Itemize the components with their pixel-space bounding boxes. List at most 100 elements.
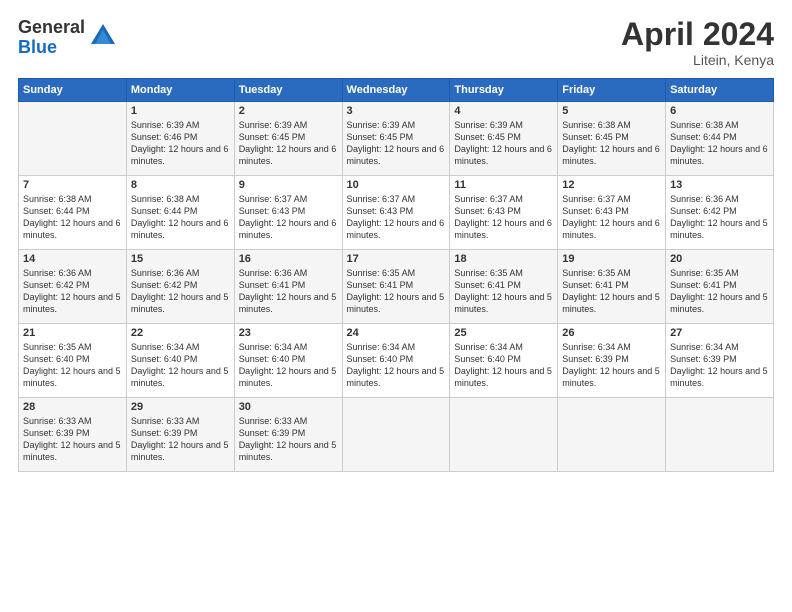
calendar-header: Sunday Monday Tuesday Wednesday Thursday… bbox=[19, 79, 774, 102]
day-info: Sunrise: 6:33 AMSunset: 6:39 PMDaylight:… bbox=[239, 415, 338, 464]
header-row: Sunday Monday Tuesday Wednesday Thursday… bbox=[19, 79, 774, 102]
day-info: Sunrise: 6:39 AMSunset: 6:45 PMDaylight:… bbox=[454, 119, 553, 168]
day-info: Sunrise: 6:35 AMSunset: 6:40 PMDaylight:… bbox=[23, 341, 122, 390]
day-info: Sunrise: 6:35 AMSunset: 6:41 PMDaylight:… bbox=[347, 267, 446, 316]
table-row: 22Sunrise: 6:34 AMSunset: 6:40 PMDayligh… bbox=[126, 324, 234, 398]
table-row: 14Sunrise: 6:36 AMSunset: 6:42 PMDayligh… bbox=[19, 250, 127, 324]
table-row: 20 Sunrise: 6:35 AMSunset: 6:41 PMDayligh… bbox=[666, 250, 774, 324]
day-number: 29 bbox=[131, 401, 230, 413]
table-row: 4 Sunrise: 6:39 AMSunset: 6:45 PMDaylight… bbox=[450, 102, 558, 176]
day-info: Sunrise: 6:35 AMSunset: 6:41 PMDaylight:… bbox=[670, 267, 769, 316]
table-row: 15 Sunrise: 6:36 AMSunset: 6:42 PMDayligh… bbox=[126, 250, 234, 324]
day-info: Sunrise: 6:34 AMSunset: 6:40 PMDaylight:… bbox=[347, 341, 446, 390]
table-row: 10Sunrise: 6:37 AMSunset: 6:43 PMDayligh… bbox=[342, 176, 450, 250]
day-info: Sunrise: 6:35 AMSunset: 6:41 PMDaylight:… bbox=[454, 267, 553, 316]
table-row: 12 Sunrise: 6:37 AMSunset: 6:43 PMDayligh… bbox=[558, 176, 666, 250]
day-info: Sunrise: 6:37 AMSunset: 6:43 PMDaylight:… bbox=[562, 193, 661, 242]
day-number: 18 bbox=[454, 253, 553, 265]
logo-icon bbox=[89, 22, 117, 50]
day-info: Sunrise: 6:39 AMSunset: 6:46 PMDaylight:… bbox=[131, 119, 230, 168]
table-row bbox=[558, 398, 666, 472]
day-number: 23 bbox=[239, 327, 338, 339]
day-info: Sunrise: 6:38 AMSunset: 6:44 PMDaylight:… bbox=[131, 193, 230, 242]
table-row: 25Sunrise: 6:34 AMSunset: 6:40 PMDayligh… bbox=[450, 324, 558, 398]
day-number: 24 bbox=[347, 327, 446, 339]
day-info: Sunrise: 6:36 AMSunset: 6:42 PMDaylight:… bbox=[670, 193, 769, 242]
col-tuesday: Tuesday bbox=[234, 79, 342, 102]
day-number: 12 bbox=[562, 179, 661, 191]
table-row bbox=[666, 398, 774, 472]
col-wednesday: Wednesday bbox=[342, 79, 450, 102]
day-info: Sunrise: 6:33 AMSunset: 6:39 PMDaylight:… bbox=[23, 415, 122, 464]
table-row: 26 Sunrise: 6:34 AMSunset: 6:39 PMDayligh… bbox=[558, 324, 666, 398]
table-row: 3 Sunrise: 6:39 AMSunset: 6:45 PMDaylight… bbox=[342, 102, 450, 176]
day-number: 21 bbox=[23, 327, 122, 339]
day-info: Sunrise: 6:34 AMSunset: 6:39 PMDaylight:… bbox=[562, 341, 661, 390]
table-row: 6 Sunrise: 6:38 AMSunset: 6:44 PMDaylight… bbox=[666, 102, 774, 176]
day-info: Sunrise: 6:34 AMSunset: 6:40 PMDaylight:… bbox=[239, 341, 338, 390]
day-number: 27 bbox=[670, 327, 769, 339]
table-row bbox=[450, 398, 558, 472]
calendar-week-2: 14Sunrise: 6:36 AMSunset: 6:42 PMDayligh… bbox=[19, 250, 774, 324]
month-title: April 2024 bbox=[621, 18, 774, 50]
day-number: 5 bbox=[562, 105, 661, 117]
logo-text: General Blue bbox=[18, 18, 85, 58]
location: Litein, Kenya bbox=[621, 52, 774, 68]
col-thursday: Thursday bbox=[450, 79, 558, 102]
table-row: 2 Sunrise: 6:39 AMSunset: 6:45 PMDaylight… bbox=[234, 102, 342, 176]
day-number: 16 bbox=[239, 253, 338, 265]
table-row: 23 Sunrise: 6:34 AMSunset: 6:40 PMDayligh… bbox=[234, 324, 342, 398]
day-number: 26 bbox=[562, 327, 661, 339]
calendar-table: Sunday Monday Tuesday Wednesday Thursday… bbox=[18, 78, 774, 472]
title-area: April 2024 Litein, Kenya bbox=[621, 18, 774, 68]
day-number: 22 bbox=[131, 327, 230, 339]
day-number: 3 bbox=[347, 105, 446, 117]
day-number: 2 bbox=[239, 105, 338, 117]
day-number: 19 bbox=[562, 253, 661, 265]
day-number: 28 bbox=[23, 401, 122, 413]
calendar-body: 1 Sunrise: 6:39 AMSunset: 6:46 PMDaylight… bbox=[19, 102, 774, 472]
day-number: 7 bbox=[23, 179, 122, 191]
table-row: 9Sunrise: 6:37 AMSunset: 6:43 PMDaylight… bbox=[234, 176, 342, 250]
table-row: 17 Sunrise: 6:35 AMSunset: 6:41 PMDayligh… bbox=[342, 250, 450, 324]
day-info: Sunrise: 6:39 AMSunset: 6:45 PMDaylight:… bbox=[347, 119, 446, 168]
table-row: 27 Sunrise: 6:34 AMSunset: 6:39 PMDayligh… bbox=[666, 324, 774, 398]
day-info: Sunrise: 6:36 AMSunset: 6:42 PMDaylight:… bbox=[131, 267, 230, 316]
table-row: 30 Sunrise: 6:33 AMSunset: 6:39 PMDayligh… bbox=[234, 398, 342, 472]
table-row: 18 Sunrise: 6:35 AMSunset: 6:41 PMDayligh… bbox=[450, 250, 558, 324]
table-row: 21 Sunrise: 6:35 AMSunset: 6:40 PMDayligh… bbox=[19, 324, 127, 398]
day-number: 20 bbox=[670, 253, 769, 265]
day-number: 17 bbox=[347, 253, 446, 265]
calendar-week-4: 28 Sunrise: 6:33 AMSunset: 6:39 PMDayligh… bbox=[19, 398, 774, 472]
calendar-week-0: 1 Sunrise: 6:39 AMSunset: 6:46 PMDaylight… bbox=[19, 102, 774, 176]
table-row: 8Sunrise: 6:38 AMSunset: 6:44 PMDaylight… bbox=[126, 176, 234, 250]
calendar-week-1: 7 Sunrise: 6:38 AMSunset: 6:44 PMDaylight… bbox=[19, 176, 774, 250]
logo-general: General bbox=[18, 18, 85, 38]
header: General Blue April 2024 Litein, Kenya bbox=[18, 18, 774, 68]
table-row: 7Sunrise: 6:38 AMSunset: 6:44 PMDaylight… bbox=[19, 176, 127, 250]
day-info: Sunrise: 6:37 AMSunset: 6:43 PMDaylight:… bbox=[454, 193, 553, 242]
table-row: 5Sunrise: 6:38 AMSunset: 6:45 PMDaylight… bbox=[558, 102, 666, 176]
day-info: Sunrise: 6:38 AMSunset: 6:44 PMDaylight:… bbox=[670, 119, 769, 168]
col-saturday: Saturday bbox=[666, 79, 774, 102]
day-number: 30 bbox=[239, 401, 338, 413]
table-row bbox=[342, 398, 450, 472]
col-monday: Monday bbox=[126, 79, 234, 102]
day-info: Sunrise: 6:36 AMSunset: 6:41 PMDaylight:… bbox=[239, 267, 338, 316]
day-info: Sunrise: 6:39 AMSunset: 6:45 PMDaylight:… bbox=[239, 119, 338, 168]
col-sunday: Sunday bbox=[19, 79, 127, 102]
day-number: 6 bbox=[670, 105, 769, 117]
col-friday: Friday bbox=[558, 79, 666, 102]
day-info: Sunrise: 6:36 AMSunset: 6:42 PMDaylight:… bbox=[23, 267, 122, 316]
day-number: 4 bbox=[454, 105, 553, 117]
table-row: 11 Sunrise: 6:37 AMSunset: 6:43 PMDayligh… bbox=[450, 176, 558, 250]
day-info: Sunrise: 6:34 AMSunset: 6:39 PMDaylight:… bbox=[670, 341, 769, 390]
table-row: 16 Sunrise: 6:36 AMSunset: 6:41 PMDayligh… bbox=[234, 250, 342, 324]
day-number: 1 bbox=[131, 105, 230, 117]
day-number: 9 bbox=[239, 179, 338, 191]
day-number: 15 bbox=[131, 253, 230, 265]
day-info: Sunrise: 6:34 AMSunset: 6:40 PMDaylight:… bbox=[454, 341, 553, 390]
day-number: 13 bbox=[670, 179, 769, 191]
day-info: Sunrise: 6:37 AMSunset: 6:43 PMDaylight:… bbox=[347, 193, 446, 242]
day-number: 11 bbox=[454, 179, 553, 191]
